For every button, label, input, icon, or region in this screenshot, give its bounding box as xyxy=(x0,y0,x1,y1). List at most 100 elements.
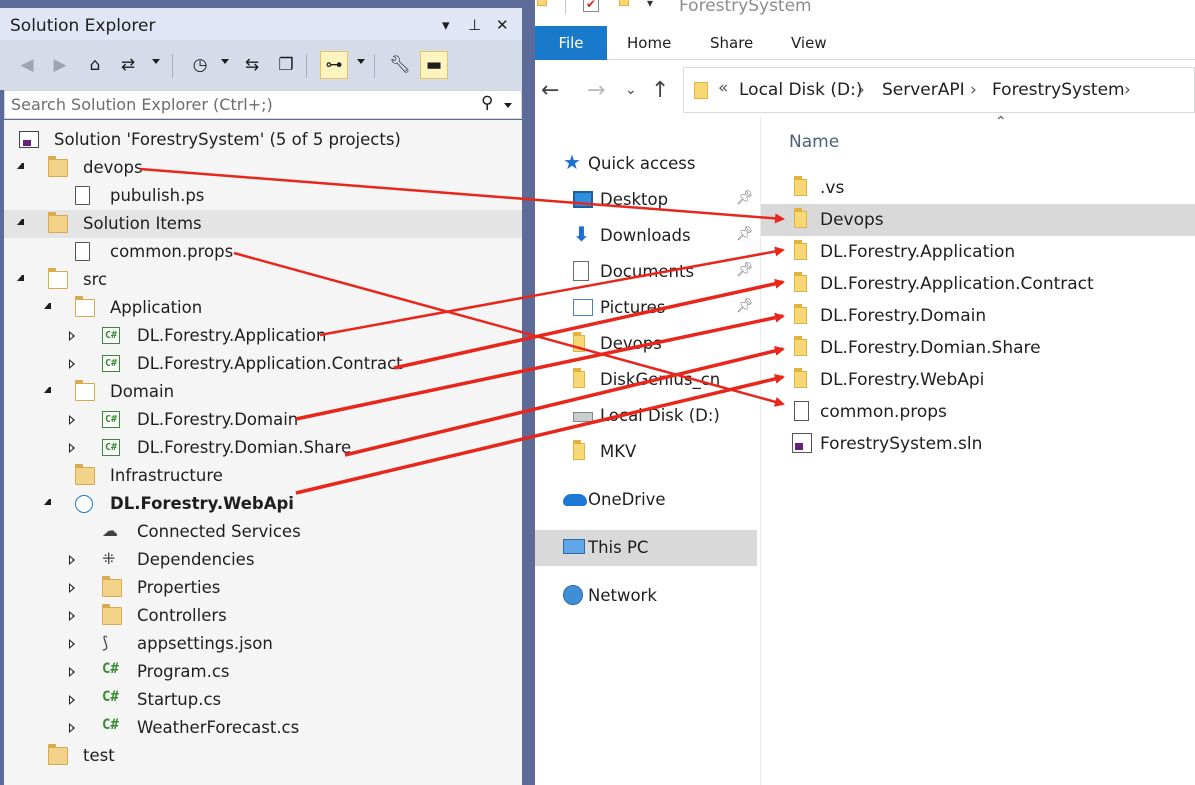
file-row[interactable]: .vs xyxy=(761,172,1195,204)
forward-arrow-icon[interactable]: → xyxy=(587,78,605,103)
search-options-dropdown-icon[interactable] xyxy=(504,103,512,108)
tree-item[interactable]: Properties xyxy=(4,574,522,602)
file-row[interactable]: Devops xyxy=(761,204,1195,236)
tree-item[interactable]: devops xyxy=(4,154,522,182)
expand-arrow-icon[interactable] xyxy=(69,415,75,425)
expand-arrow-icon[interactable] xyxy=(69,723,75,733)
tab-file[interactable]: File xyxy=(535,26,607,60)
breadcrumb-serverapi[interactable]: ServerAPI xyxy=(882,80,965,100)
expand-arrow-icon[interactable] xyxy=(69,331,75,341)
search-icon[interactable]: ⚲ xyxy=(481,93,493,113)
pin-icon[interactable]: 📌︎ xyxy=(736,190,754,206)
collapse-arrow-icon[interactable] xyxy=(17,275,24,281)
nav-item[interactable]: Desktop 📌︎ xyxy=(535,182,757,218)
breadcrumb-forestrysystem[interactable]: ForestrySystem xyxy=(992,80,1125,100)
collapse-arrow-icon[interactable] xyxy=(17,219,24,225)
tree-item[interactable]: ⁜ Dependencies xyxy=(4,546,522,574)
expand-arrow-icon[interactable] xyxy=(69,611,75,621)
file-row[interactable]: common.props xyxy=(761,396,1195,428)
file-row[interactable]: DL.Forestry.Domain xyxy=(761,300,1195,332)
properties-checkbox-icon[interactable]: ✔ xyxy=(583,0,599,12)
tree-item[interactable]: pubulish.ps xyxy=(4,182,522,210)
tree-item[interactable]: C# DL.Forestry.Application.Contract xyxy=(4,350,522,378)
pin-icon[interactable]: ⊥ xyxy=(468,16,481,34)
new-folder-icon[interactable] xyxy=(619,0,629,6)
expand-arrow-icon[interactable] xyxy=(69,667,75,677)
tree-item[interactable]: src xyxy=(4,266,522,294)
show-all-files-icon[interactable]: ⊶ xyxy=(320,51,348,79)
nav-item[interactable]: Devops xyxy=(535,326,757,362)
breadcrumb-chevron-icon[interactable]: › xyxy=(1124,80,1131,100)
tab-view[interactable]: View xyxy=(791,34,827,52)
file-row[interactable]: ForestrySystem.sln xyxy=(761,428,1195,460)
search-input[interactable] xyxy=(11,94,471,115)
window-position-dropdown-icon[interactable]: ▾ xyxy=(442,16,450,34)
customize-toolbar-dropdown-icon[interactable]: ▾ xyxy=(647,0,653,10)
address-bar[interactable]: « Local Disk (D:) › ServerAPI › Forestry… xyxy=(683,67,1195,113)
home-icon[interactable]: ⌂ xyxy=(81,51,109,79)
tree-item[interactable]: common.props xyxy=(4,238,522,266)
nav-item[interactable]: OneDrive xyxy=(535,482,757,518)
tree-item[interactable]: ⟆ appsettings.json xyxy=(4,630,522,658)
nav-item[interactable]: Local Disk (D:) xyxy=(535,398,757,434)
breadcrumb-overflow[interactable]: « xyxy=(718,78,728,98)
back-arrow-icon[interactable]: ← xyxy=(541,78,559,103)
nav-item[interactable]: This PC xyxy=(535,530,757,566)
nav-item[interactable]: ⬇ Downloads 📌︎ xyxy=(535,218,757,254)
tree-item[interactable]: C# DL.Forestry.Domian.Share xyxy=(4,434,522,462)
file-row[interactable]: DL.Forestry.Application xyxy=(761,236,1195,268)
expand-arrow-icon[interactable] xyxy=(69,555,75,565)
breadcrumb-chevron-icon[interactable]: › xyxy=(970,80,977,100)
tab-home[interactable]: Home xyxy=(627,34,671,52)
switch-views-icon[interactable]: ⇄ xyxy=(114,51,142,79)
show-all-files-dropdown-icon[interactable] xyxy=(357,59,365,64)
preview-selected-items-icon[interactable]: ▬ xyxy=(420,51,448,79)
nav-item[interactable]: DiskGenius_cn xyxy=(535,362,757,398)
switch-views-dropdown-icon[interactable] xyxy=(152,59,160,64)
collapse-arrow-icon[interactable] xyxy=(44,387,51,393)
expand-arrow-icon[interactable] xyxy=(69,359,75,369)
pin-icon[interactable]: 📌︎ xyxy=(736,226,754,242)
pending-changes-dropdown-icon[interactable] xyxy=(221,59,229,64)
tree-item[interactable]: Controllers xyxy=(4,602,522,630)
tree-item[interactable]: Application xyxy=(4,294,522,322)
tree-item[interactable]: test xyxy=(4,742,522,770)
tree-item[interactable]: C# WeatherForecast.cs xyxy=(4,714,522,742)
close-icon[interactable]: ✕ xyxy=(496,16,509,34)
pin-icon[interactable]: 📌︎ xyxy=(736,262,754,278)
sync-with-document-icon[interactable]: ⇆ xyxy=(238,51,266,79)
tree-item[interactable]: ☁ Connected Services xyxy=(4,518,522,546)
tree-item[interactable]: Solution Items xyxy=(4,210,522,238)
nav-item[interactable]: MKV xyxy=(535,434,757,470)
pin-icon[interactable]: 📌︎ xyxy=(736,298,754,314)
file-row[interactable]: DL.Forestry.Application.Contract xyxy=(761,268,1195,300)
nav-item[interactable]: Pictures 📌︎ xyxy=(535,290,757,326)
expand-arrow-icon[interactable] xyxy=(69,583,75,593)
collapse-arrow-icon[interactable] xyxy=(44,499,51,505)
collapse-all-icon[interactable]: ❐ xyxy=(272,51,300,79)
back-icon[interactable]: ◀ xyxy=(13,51,41,79)
nav-item[interactable]: ★ Quick access xyxy=(535,146,757,182)
expand-arrow-icon[interactable] xyxy=(69,443,75,453)
tree-item[interactable]: Solution 'ForestrySystem' (5 of 5 projec… xyxy=(4,126,522,154)
column-header-name[interactable]: Name xyxy=(789,132,839,152)
expand-arrow-icon[interactable] xyxy=(69,639,75,649)
nav-item[interactable]: Network xyxy=(535,578,757,614)
tree-item[interactable]: C# DL.Forestry.Application xyxy=(4,322,522,350)
tree-item[interactable]: C# Program.cs xyxy=(4,658,522,686)
collapse-arrow-icon[interactable] xyxy=(17,163,24,169)
nav-item[interactable]: Documents 📌︎ xyxy=(535,254,757,290)
tree-item[interactable]: C# DL.Forestry.Domain xyxy=(4,406,522,434)
tree-item[interactable]: C# Startup.cs xyxy=(4,686,522,714)
tree-item[interactable]: Domain xyxy=(4,378,522,406)
solution-explorer-search[interactable]: ⚲ xyxy=(4,90,522,119)
pending-changes-filter-icon[interactable]: ◷ xyxy=(186,51,214,79)
breadcrumb-chevron-icon[interactable]: › xyxy=(858,80,865,100)
file-row[interactable]: DL.Forestry.WebApi xyxy=(761,364,1195,396)
tree-item[interactable]: Infrastructure xyxy=(4,462,522,490)
recent-locations-dropdown-icon[interactable]: ⌄ xyxy=(625,82,637,98)
tree-item[interactable]: DL.Forestry.WebApi xyxy=(4,490,522,518)
expand-arrow-icon[interactable] xyxy=(69,695,75,705)
tab-share[interactable]: Share xyxy=(710,34,753,52)
collapse-arrow-icon[interactable] xyxy=(44,303,51,309)
